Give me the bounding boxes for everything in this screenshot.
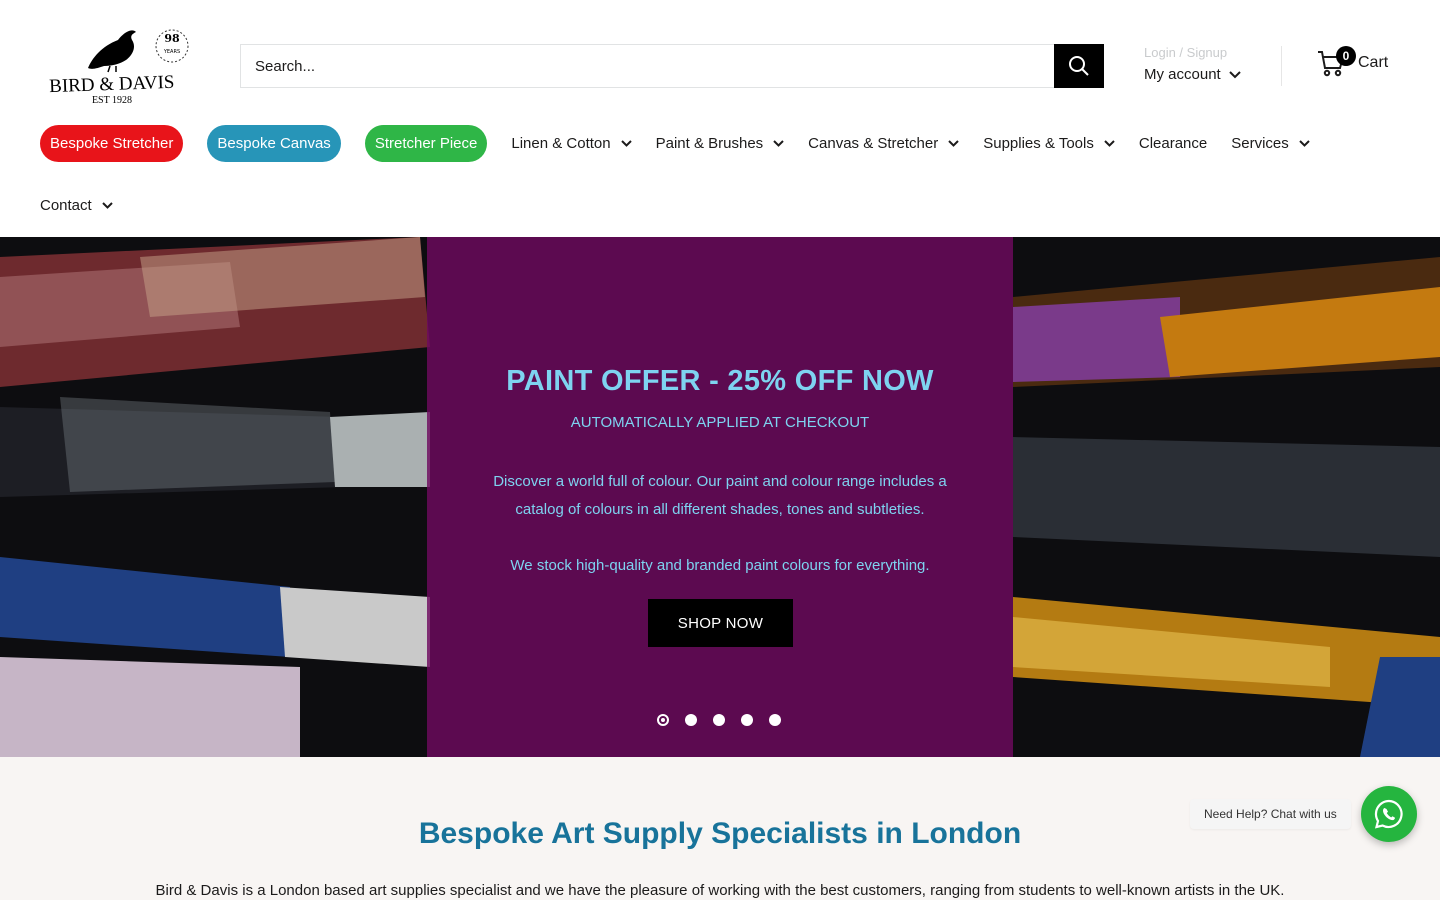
nav-item-label: Canvas & Stretcher — [808, 134, 939, 152]
main-navigation-row-2: Contact — [40, 186, 137, 224]
svg-text:BIRD & DAVIS: BIRD & DAVIS — [49, 72, 175, 97]
nav-item-label: Supplies & Tools — [983, 134, 1094, 152]
brand-logo[interactable]: 98 YEARS BIRD & DAVIS EST 1928 — [40, 22, 200, 108]
account-menu: Login / Signup My account — [1144, 44, 1264, 83]
search-button[interactable] — [1054, 44, 1104, 88]
cart-label: Cart — [1358, 54, 1389, 71]
site-header: 98 YEARS BIRD & DAVIS EST 1928 Login / S… — [0, 0, 1440, 237]
hero-description-paragraph: Discover a world full of colour. Our pai… — [493, 473, 947, 518]
nav-item-label: Services — [1231, 134, 1289, 152]
svg-text:EST 1928: EST 1928 — [92, 95, 132, 106]
nav-item-label: Clearance — [1138, 134, 1208, 152]
svg-text:YEARS: YEARS — [163, 49, 180, 55]
chat-widget: Need Help? Chat with us — [1190, 786, 1417, 842]
slide-dot-1[interactable] — [657, 714, 669, 726]
chevron-down-icon — [620, 139, 632, 147]
chevron-down-icon — [948, 139, 959, 147]
nav-item-clearance[interactable]: Clearance — [1139, 135, 1207, 152]
intro-text: Bird & Davis is a London based art suppl… — [155, 882, 1285, 899]
nav-pill-bespoke-canvas[interactable]: Bespoke Canvas — [207, 124, 341, 162]
login-signup-link[interactable]: Login / Signup — [1144, 44, 1264, 62]
cart-icon: 0 — [1316, 46, 1356, 78]
bird-logo-icon: 98 YEARS BIRD & DAVIS EST 1928 — [49, 29, 189, 106]
cart-count-badge: 0 — [1336, 46, 1356, 66]
nav-item-linen-cotton[interactable]: Linen & Cotton — [511, 134, 632, 152]
nav-item-services[interactable]: Services — [1231, 135, 1310, 152]
header-divider — [1281, 46, 1282, 86]
nav-item-contact[interactable]: Contact — [40, 197, 113, 214]
nav-item-label: Contact — [40, 196, 92, 214]
whatsapp-icon — [1374, 799, 1403, 829]
chevron-down-icon — [1299, 139, 1310, 147]
nav-item-label: Linen & Cotton — [511, 134, 611, 152]
slide-dot-5[interactable] — [769, 714, 781, 726]
chevron-down-icon — [1228, 70, 1241, 78]
nav-item-canvas-stretcher[interactable]: Canvas & Stretcher — [808, 135, 959, 152]
nav-item-label: Paint & Brushes — [655, 134, 764, 152]
hero-subtitle: AUTOMATICALLY APPLIED AT CHECKOUT — [570, 414, 870, 431]
nav-pill-bespoke-stretcher[interactable]: Bespoke Stretcher — [40, 124, 184, 162]
slide-dot-4[interactable] — [741, 714, 753, 726]
slide-dot-3[interactable] — [713, 714, 725, 726]
my-account-dropdown[interactable]: My account — [1144, 66, 1264, 83]
slideshow-dots — [657, 714, 781, 726]
search-bar — [240, 44, 1104, 88]
hero-title: PAINT OFFER - 25% OFF NOW — [506, 365, 934, 397]
nav-pill-stretcher-piece[interactable]: Stretcher Piece — [364, 124, 488, 162]
cart-link[interactable]: 0 Cart — [1316, 46, 1389, 78]
hero-slideshow: PAINT OFFER - 25% OFF NOW AUTOMATICALLY … — [0, 237, 1440, 757]
whatsapp-chat-button[interactable] — [1360, 786, 1417, 842]
search-icon — [1069, 56, 1089, 76]
chevron-down-icon — [101, 201, 113, 209]
search-input[interactable] — [240, 44, 1054, 88]
svg-text:98: 98 — [164, 32, 180, 45]
shop-now-button[interactable]: SHOP NOW — [648, 599, 793, 647]
nav-item-paint-brushes[interactable]: Paint & Brushes — [656, 135, 785, 152]
my-account-label: My account — [1144, 66, 1221, 83]
hero-description: Discover a world full of colour. Our pai… — [470, 468, 970, 580]
chevron-down-icon — [773, 139, 784, 147]
hero-description-paragraph: We stock high-quality and branded paint … — [510, 557, 930, 574]
nav-item-supplies-tools[interactable]: Supplies & Tools — [983, 135, 1115, 152]
chevron-down-icon — [1104, 139, 1115, 147]
slide-dot-2[interactable] — [685, 714, 697, 726]
chat-label[interactable]: Need Help? Chat with us — [1190, 799, 1351, 829]
main-navigation: Bespoke Stretcher Bespoke Canvas Stretch… — [40, 124, 1334, 162]
